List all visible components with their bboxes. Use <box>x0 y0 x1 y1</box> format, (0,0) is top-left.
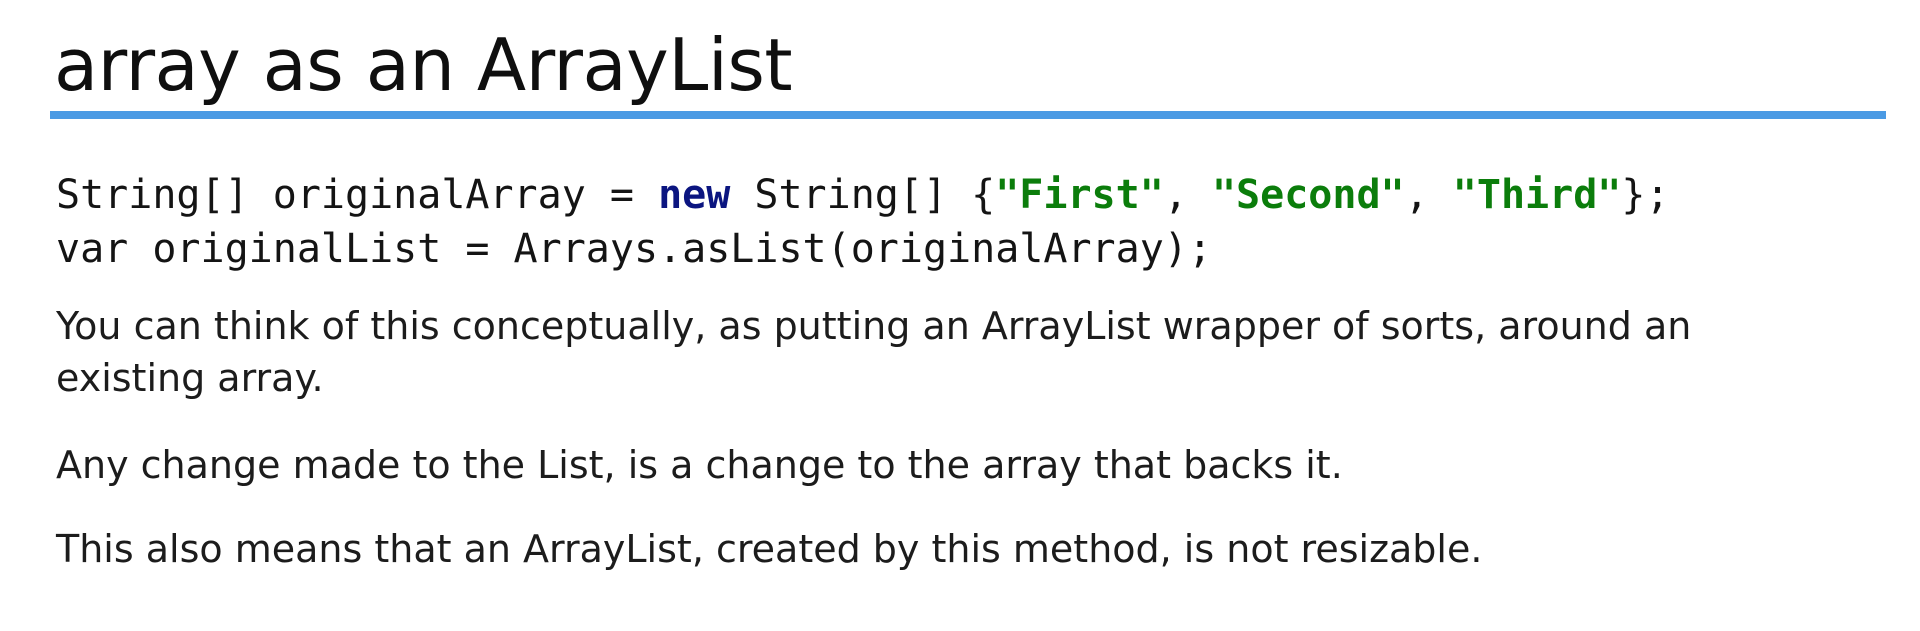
paragraph-not-resizable: This also means that an ArrayList, creat… <box>56 527 1483 571</box>
code-separator: , <box>1404 172 1453 218</box>
code-string-second: "Second" <box>1211 172 1405 218</box>
code-text: String[] { <box>730 172 996 218</box>
code-line-2: var originalList = Arrays.asList(origina… <box>56 226 1212 272</box>
code-string-third: "Third" <box>1452 172 1622 218</box>
code-text: String[] originalArray = <box>56 172 659 218</box>
code-text: }; <box>1621 172 1670 218</box>
title-underline <box>50 111 1886 119</box>
code-separator: , <box>1163 172 1212 218</box>
code-line-1: String[] originalArray = new String[] {"… <box>56 168 1670 222</box>
slide: array as an ArrayList String[] originalA… <box>0 0 1920 631</box>
code-block: String[] originalArray = new String[] {"… <box>56 168 1670 276</box>
slide-title: array as an ArrayList <box>54 23 793 107</box>
code-keyword-new: new <box>658 172 731 218</box>
paragraph-concept: You can think of this conceptually, as p… <box>56 304 1692 400</box>
paragraph-backing-array: Any change made to the List, is a change… <box>56 443 1343 487</box>
code-string-first: "First" <box>995 172 1164 218</box>
